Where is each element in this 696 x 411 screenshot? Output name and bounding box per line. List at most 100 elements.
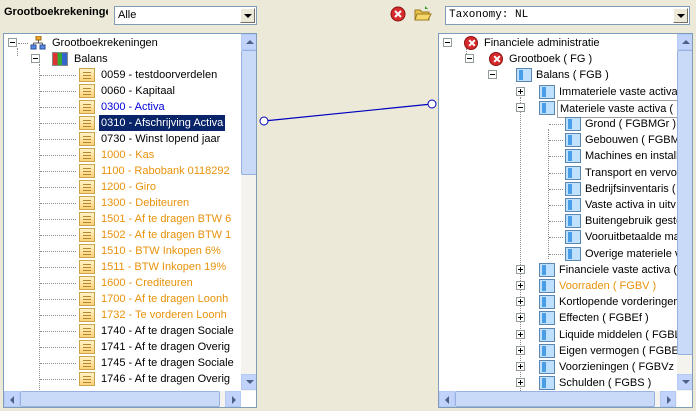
filter-select[interactable]: Alle	[114, 6, 257, 25]
expand-toggle[interactable]	[516, 265, 525, 274]
tree-row[interactable]: Vooruitbetaalde ma	[439, 229, 680, 245]
tree-row[interactable]: 1740 - Af te dragen Sociale	[4, 323, 241, 339]
taxonomy-tree-panel[interactable]: Financiele administratie Grootboek ( FG )…	[438, 33, 693, 408]
expand-toggle[interactable]	[516, 346, 525, 355]
tree-row[interactable]: 1746 - Af te dragen Overig	[4, 371, 241, 387]
tree-row[interactable]: Grond ( FGBMGr )	[439, 116, 677, 132]
tree-item-label: Kortlopende vorderinger	[559, 296, 678, 308]
account-tree-hscroll[interactable]	[4, 391, 241, 407]
tree-row[interactable]: 1600 - Crediteuren	[4, 275, 241, 291]
collapse-toggle[interactable]	[443, 38, 452, 47]
tree-line	[40, 91, 76, 92]
tree-row[interactable]: 1000 - Kas	[4, 147, 241, 163]
tree-row[interactable]: Grootboek ( FG )	[439, 51, 677, 67]
tree-row[interactable]: 0059 - testdoorverdelen	[4, 67, 241, 83]
tree-row[interactable]: 1700 - Af te dragen Loonh	[4, 291, 241, 307]
tree-row[interactable]: 1741 - Af te dragen Overig	[4, 339, 241, 355]
tree-item-label: Voorzieningen ( FGBVz )	[559, 361, 681, 373]
account-tree-vscroll[interactable]	[241, 34, 256, 391]
tree-row[interactable]: Overige materiele v	[439, 246, 680, 262]
taxonomy-icon	[539, 295, 555, 309]
tree-row[interactable]: Buitengebruik geste	[439, 213, 682, 229]
tree-row[interactable]: Voorraden ( FGBV )	[439, 278, 677, 294]
tree-row[interactable]: Financiele administratie	[439, 35, 677, 51]
tree-row[interactable]: 1732 - Te vorderen Loonh	[4, 307, 241, 323]
tree-item-label: 1746 - Af te dragen Overig	[101, 373, 231, 385]
tree-line	[40, 283, 76, 284]
taxonomy-dropdown-button[interactable]	[673, 8, 688, 23]
tree-row[interactable]: Immateriele vaste activa	[439, 84, 678, 100]
scroll-thumb[interactable]	[241, 50, 256, 175]
taxonomy-icon	[539, 279, 555, 293]
tree-row[interactable]: Eigen vermogen ( FGBE	[439, 343, 679, 359]
scroll-left-button[interactable]	[4, 391, 20, 407]
tree-row[interactable]: 0310 - Afschrijving Activa	[4, 114, 241, 132]
expand-toggle[interactable]	[516, 330, 525, 339]
tree-item-label: Bedrijfsinventaris (	[585, 183, 676, 195]
tree-row[interactable]: 1502 - Af te dragen BTW 1	[4, 227, 241, 243]
account-tree-panel[interactable]: Grootboekrekeningen Balans 0059 - testdoor…	[3, 33, 257, 408]
tree-row[interactable]: 1501 - Af te dragen BTW 6	[4, 211, 241, 227]
tree-row[interactable]: Vaste activa in uitv	[439, 197, 677, 213]
open-folder-icon[interactable]	[414, 5, 432, 23]
tree-row[interactable]: Liquide middelen ( FGBL	[439, 327, 681, 343]
expand-toggle[interactable]	[516, 281, 525, 290]
filter-dropdown-button[interactable]	[240, 8, 255, 23]
account-icon	[79, 372, 95, 386]
tree-row[interactable]: Voorzieningen ( FGBVz )	[439, 359, 681, 375]
taxonomy-tree-vscroll[interactable]	[677, 34, 692, 391]
tree-row[interactable]: Balans	[4, 51, 241, 67]
hscroll-thumb[interactable]	[455, 391, 655, 407]
scroll-right-button[interactable]	[225, 391, 241, 407]
tree-row[interactable]: Balans ( FGB )	[439, 67, 677, 83]
collapse-toggle[interactable]	[516, 103, 525, 112]
taxonomy-icon	[565, 198, 581, 212]
tree-row[interactable]: 1745 - Af te dragen Sociale	[4, 355, 241, 371]
taxonomy-tree-hscroll[interactable]	[439, 391, 677, 407]
tree-row[interactable]: 0060 - Kapitaal	[4, 83, 241, 99]
tree-row[interactable]: Materiele vaste activa ( F	[439, 100, 686, 118]
expand-toggle[interactable]	[516, 87, 525, 96]
tree-row[interactable]: 1300 - Debiteuren	[4, 195, 241, 211]
tree-row[interactable]: Effecten ( FGBEf )	[439, 310, 677, 326]
scroll-thumb[interactable]	[677, 50, 692, 355]
taxonomy-icon	[565, 182, 581, 196]
tree-line	[18, 43, 28, 44]
collapse-toggle[interactable]	[488, 70, 497, 79]
expand-toggle[interactable]	[516, 297, 525, 306]
collapse-toggle[interactable]	[31, 54, 40, 63]
tree-row[interactable]: 1511 - BTW Inkopen 19%	[4, 259, 241, 275]
tree-row[interactable]: 1200 - Giro	[4, 179, 241, 195]
tree-row[interactable]: 0730 - Winst lopend jaar	[4, 131, 241, 147]
scroll-up-button[interactable]	[241, 34, 256, 50]
tree-row[interactable]: 1510 - BTW Inkopen 6%	[4, 243, 241, 259]
collapse-toggle[interactable]	[465, 54, 474, 63]
tree-line	[40, 363, 76, 364]
expand-toggle[interactable]	[516, 313, 525, 322]
tree-row[interactable]: 1100 - Rabobank 0118292	[4, 163, 241, 179]
expand-toggle[interactable]	[516, 378, 525, 387]
hscroll-thumb[interactable]	[20, 391, 220, 407]
scroll-down-button[interactable]	[241, 374, 256, 390]
scroll-up-button[interactable]	[677, 34, 692, 50]
tree-row[interactable]: Gebouwen ( FGBMGe	[439, 132, 692, 148]
tree-line	[40, 187, 76, 188]
tree-row[interactable]: Kortlopende vorderinger	[439, 294, 677, 310]
expand-toggle[interactable]	[516, 362, 525, 371]
tree-row[interactable]: Transport en vervo	[439, 165, 677, 181]
delete-link-icon[interactable]	[389, 5, 407, 23]
tree-row[interactable]: Machines en install	[439, 148, 679, 164]
scroll-right-button[interactable]	[660, 391, 676, 407]
tree-line	[549, 205, 563, 206]
scroll-down-button[interactable]	[677, 374, 692, 390]
account-icon	[79, 212, 95, 226]
tree-row[interactable]: Grootboekrekeningen	[4, 35, 241, 51]
scroll-left-button[interactable]	[439, 391, 455, 407]
collapse-toggle[interactable]	[8, 38, 17, 47]
tree-row[interactable]: Financiele vaste activa (	[439, 262, 677, 278]
taxonomy-select[interactable]: Taxonomy: NL	[445, 6, 690, 25]
left-panel-title: Grootboekrekeningen	[4, 6, 108, 18]
tree-row[interactable]: Schulden ( FGBS )	[439, 375, 677, 391]
tree-row[interactable]: 0300 - Activa	[4, 99, 241, 115]
tree-row[interactable]: Bedrijfsinventaris (	[439, 181, 677, 197]
